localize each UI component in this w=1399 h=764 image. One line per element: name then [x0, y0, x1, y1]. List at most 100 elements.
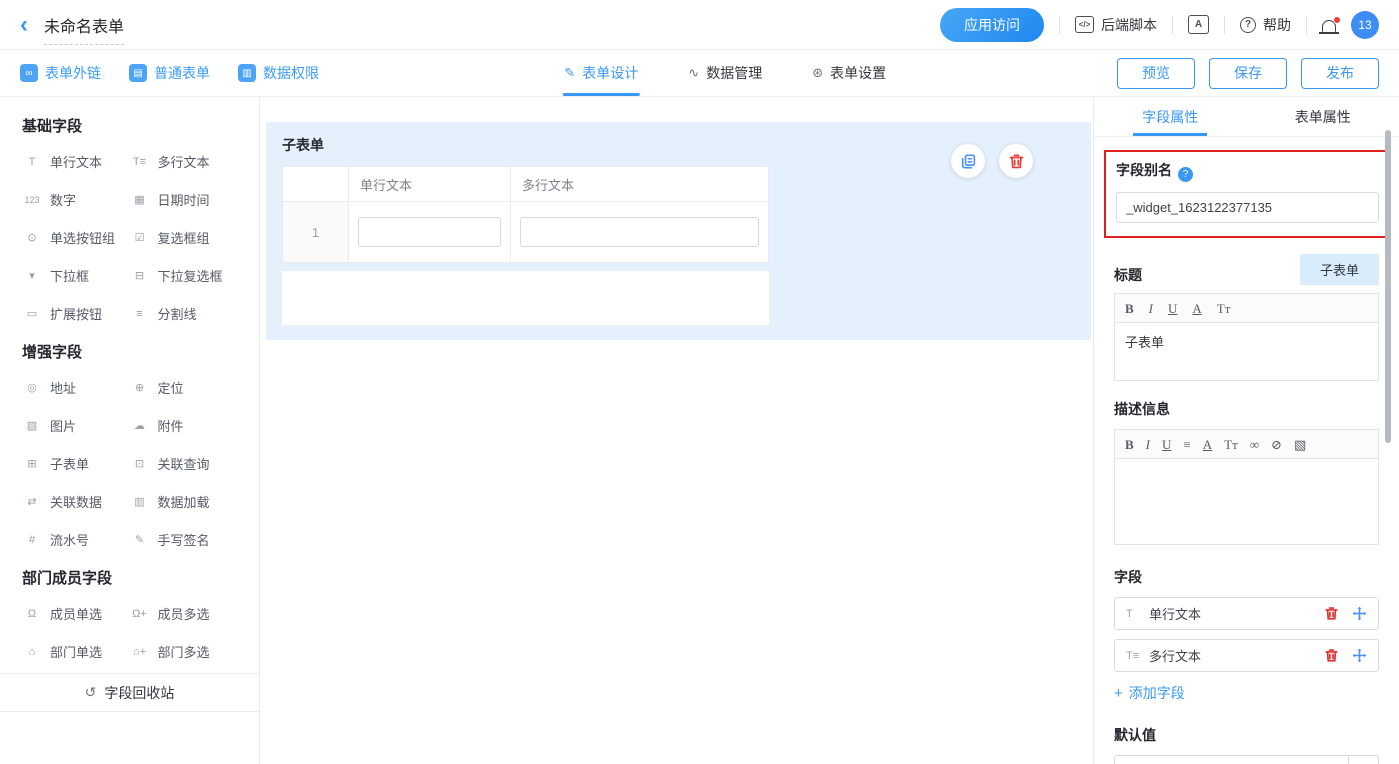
map-pin-icon: ◎ [22, 381, 42, 394]
palette-item-label: 分割线 [158, 304, 197, 323]
alias-help-icon[interactable]: ? [1178, 167, 1193, 182]
palette-item-label: 地址 [50, 378, 76, 397]
subfield-item-multi-line[interactable]: T≡ 多行文本 [1114, 639, 1379, 672]
contacts-icon[interactable]: A [1188, 15, 1209, 34]
font-size-icon[interactable]: Tт [1224, 438, 1238, 451]
palette-item-member-multi[interactable]: Ω+成员多选 [130, 604, 238, 623]
palette-item-member-single[interactable]: Ω成员单选 [22, 604, 130, 623]
palette-item-serial-number[interactable]: #流水号 [22, 530, 130, 549]
insert-image-icon[interactable]: ▧ [1294, 438, 1306, 451]
link-icon: ∞ [20, 64, 38, 82]
app-access-button[interactable]: 应用访问 [940, 8, 1044, 42]
font-color-icon[interactable]: A [1192, 302, 1201, 315]
palette-item-dept-multi[interactable]: ⌂+部门多选 [130, 642, 238, 661]
move-subfield-handle[interactable] [1352, 606, 1367, 621]
tab-label: 数据管理 [706, 63, 762, 83]
bold-icon[interactable]: B [1125, 438, 1134, 451]
palette-item-related-query[interactable]: ⊡关联查询 [130, 454, 238, 473]
delete-subfield-button[interactable] [1324, 648, 1339, 663]
save-button[interactable]: 保存 [1209, 58, 1287, 89]
palette-item-extend-button[interactable]: ▭扩展按钮 [22, 304, 130, 323]
single-line-cell-input[interactable] [358, 217, 501, 247]
publish-button[interactable]: 发布 [1301, 58, 1379, 89]
add-field-label: 添加字段 [1129, 683, 1185, 703]
font-size-icon[interactable]: Tт [1217, 302, 1231, 315]
palette-item-multi-select[interactable]: ⊟下拉复选框 [130, 266, 238, 285]
move-subfield-handle[interactable] [1352, 648, 1367, 663]
default-value-label: 默认值 [1114, 725, 1379, 745]
tab-form-settings[interactable]: ⊛ 表单设置 [812, 50, 886, 96]
toolbar-item-label: 表单外链 [45, 63, 101, 83]
preview-button[interactable]: 预览 [1117, 58, 1195, 89]
align-icon[interactable]: ≡ [1183, 438, 1190, 451]
tab-form-design[interactable]: ✎ 表单设计 [564, 50, 638, 96]
palette-item-radio-group[interactable]: ⊙单选按钮组 [22, 228, 130, 247]
toolbar-item-normal-form[interactable]: ▤ 普通表单 [129, 63, 210, 83]
subform-widget-selected[interactable]: 子表单 单行文本 多行文本 1 [266, 122, 1091, 340]
tab-field-properties[interactable]: 字段属性 [1094, 97, 1247, 136]
palette-item-attachment[interactable]: ☁附件 [130, 416, 238, 435]
description-editor[interactable] [1114, 459, 1379, 545]
tab-label: 表单设计 [582, 63, 638, 83]
palette-item-divider-line[interactable]: ≡分割线 [130, 304, 238, 323]
subfield-item-single-line[interactable]: T 单行文本 [1114, 597, 1379, 630]
checkbox-icon: ☑ [130, 231, 150, 244]
tab-form-properties[interactable]: 表单属性 [1247, 97, 1399, 136]
palette-item-dept-single[interactable]: ⌂部门单选 [22, 642, 130, 661]
recycle-label: 字段回收站 [104, 683, 174, 703]
italic-icon[interactable]: I [1146, 438, 1150, 451]
delete-widget-button[interactable] [999, 144, 1033, 178]
back-icon[interactable]: ‹ [20, 13, 28, 37]
palette-item-checkbox-group[interactable]: ☑复选框组 [130, 228, 238, 247]
palette-item-subform[interactable]: ⊞子表单 [22, 454, 130, 473]
help-button[interactable]: ? 帮助 [1240, 15, 1291, 35]
palette-item-single-line-text[interactable]: T单行文本 [22, 152, 130, 171]
palette-item-label: 流水号 [50, 530, 89, 549]
panel-scrollbar[interactable] [1385, 130, 1391, 443]
add-field-button[interactable]: + 添加字段 [1114, 683, 1185, 703]
backend-script-button[interactable]: </> 后端脚本 [1075, 15, 1157, 35]
toolbar-item-external-link[interactable]: ∞ 表单外链 [20, 63, 101, 83]
italic-icon[interactable]: I [1149, 302, 1153, 315]
notification-bell-icon[interactable] [1322, 20, 1336, 32]
palette-item-signature[interactable]: ✎手写签名 [130, 530, 238, 549]
underline-icon[interactable]: U [1162, 438, 1171, 451]
subfield-label: 单行文本 [1149, 604, 1201, 623]
multi-line-cell-input[interactable] [520, 217, 759, 247]
form-canvas[interactable]: 子表单 单行文本 多行文本 1 [260, 97, 1093, 764]
underline-icon[interactable]: U [1168, 302, 1177, 315]
bold-icon[interactable]: B [1125, 302, 1134, 315]
palette-item-datetime[interactable]: ▦日期时间 [130, 190, 238, 209]
tab-data-management[interactable]: ∿ 数据管理 [688, 50, 762, 96]
toolbar-item-data-permission[interactable]: ▥ 数据权限 [238, 63, 319, 83]
field-recycle-bin[interactable]: ↺ 字段回收站 [0, 673, 259, 712]
delete-subfield-button[interactable] [1324, 606, 1339, 621]
palette-item-multi-line-text[interactable]: T≡多行文本 [130, 152, 238, 171]
cloud-upload-icon: ☁ [130, 419, 150, 432]
palette-item-related-data[interactable]: ⇄关联数据 [22, 492, 130, 511]
subform-add-row-area[interactable] [282, 271, 769, 325]
user-avatar[interactable]: 13 [1351, 11, 1379, 39]
multi-line-text-icon: T≡ [1126, 650, 1142, 662]
link-icon[interactable]: ∞ [1250, 438, 1259, 451]
palette-item-location[interactable]: ⊕定位 [130, 378, 238, 397]
selected-widget-tag[interactable]: 子表单 [1300, 254, 1379, 285]
row-index: 1 [283, 202, 349, 263]
palette-item-image[interactable]: ▧图片 [22, 416, 130, 435]
copy-widget-button[interactable] [951, 144, 985, 178]
form-settings-icon: ⊛ [812, 65, 823, 81]
default-value-input[interactable] [1114, 755, 1379, 764]
unlink-icon[interactable]: ⊘ [1271, 438, 1282, 451]
alias-input[interactable] [1116, 192, 1379, 223]
pill-button-icon: ▭ [22, 307, 42, 320]
bars-icon: ▥ [238, 64, 256, 82]
single-line-text-icon: T [1126, 608, 1142, 620]
font-color-icon[interactable]: A [1203, 438, 1212, 451]
palette-item-data-load[interactable]: ▥数据加载 [130, 492, 238, 511]
form-title[interactable]: 未命名表单 [44, 13, 124, 45]
palette-item-address[interactable]: ◎ 地址 [22, 378, 130, 397]
palette-item-select[interactable]: ▾下拉框 [22, 266, 130, 285]
palette-item-number[interactable]: 123数字 [22, 190, 130, 209]
person-icon: Ω [22, 608, 42, 620]
title-editor[interactable]: 子表单 [1114, 323, 1379, 381]
